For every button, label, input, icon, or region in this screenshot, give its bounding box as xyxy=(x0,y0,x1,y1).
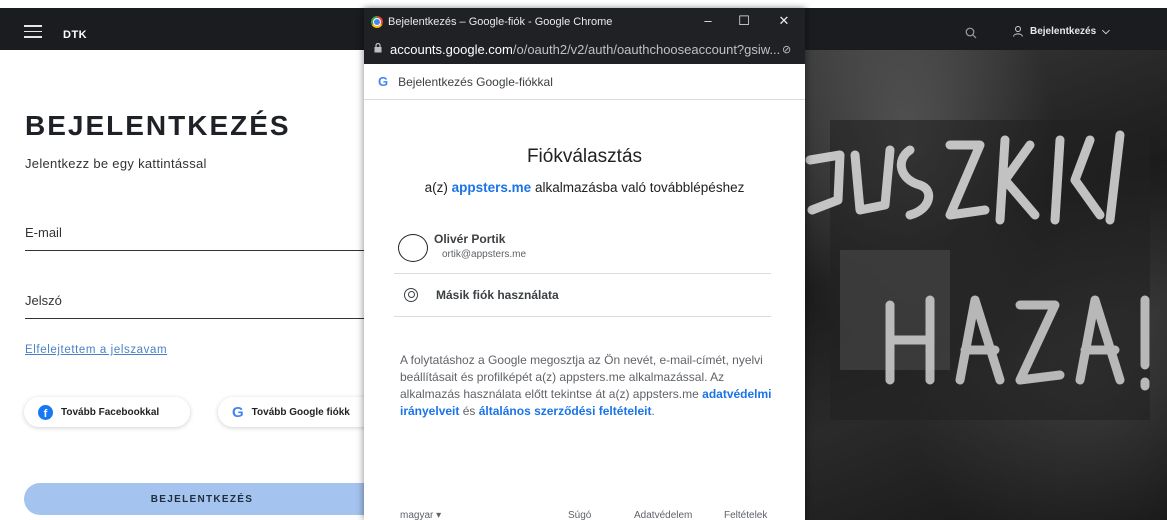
window-titlebar: Bejelentkezés – Google-fiók - Google Chr… xyxy=(364,8,805,36)
forgot-password-link[interactable]: Elfelejtettem a jelszavam xyxy=(25,344,167,356)
account-circle-icon xyxy=(404,288,418,302)
page-subtitle: Jelentkezz be egy kattintással xyxy=(25,156,207,171)
chooser-title: Fiókválasztás xyxy=(526,146,643,167)
nav-login-link[interactable]: Bejelentkezés ⌵ xyxy=(1012,25,1110,37)
terms-footer-link[interactable]: Feltételek xyxy=(724,510,767,520)
site-logo[interactable]: DTK xyxy=(63,29,87,41)
maximize-button[interactable]: ☐ xyxy=(734,13,754,29)
google-login-button[interactable]: G Tovább Google fiókk xyxy=(218,397,378,427)
email-field[interactable]: E-mail xyxy=(25,225,370,251)
google-header-label: Bejelentkezés Google-fiókkal xyxy=(398,74,553,89)
background-photo xyxy=(800,50,1167,520)
chrome-icon xyxy=(371,16,383,28)
google-header: G Bejelentkezés Google-fiókkal xyxy=(364,64,805,100)
account-item[interactable]: Olivér Portik ortik@appsters.me xyxy=(394,228,771,274)
window-title: Bejelentkezés – Google-fiók - Google Chr… xyxy=(388,16,613,28)
google-signin-popup: Bejelentkezés – Google-fiók - Google Chr… xyxy=(364,8,805,520)
password-label: Jelszó xyxy=(25,293,62,308)
hamburger-menu-icon[interactable] xyxy=(24,25,42,38)
graffiti-image xyxy=(805,120,1150,420)
eye-slash-icon[interactable]: ⊘ xyxy=(782,43,791,56)
page-title: BEJELENTKEZÉS xyxy=(25,110,291,141)
app-link[interactable]: appsters.me xyxy=(452,180,532,195)
account-email: ortik@appsters.me xyxy=(442,249,527,260)
use-another-account-label: Másik fiók használata xyxy=(436,288,559,302)
email-label: E-mail xyxy=(25,225,62,240)
google-icon: G xyxy=(232,403,244,421)
page: DTK Bejelentkezés ⌵ BEJELENTKEZÉS Jelent… xyxy=(0,0,1167,520)
account-name: Olivér Portik xyxy=(434,232,506,246)
google-icon: G xyxy=(378,74,389,89)
close-button[interactable]: ✕ xyxy=(774,13,794,29)
user-icon xyxy=(1013,26,1023,37)
help-link[interactable]: Súgó xyxy=(568,510,591,520)
minimize-button[interactable]: – xyxy=(698,13,718,28)
lock-icon xyxy=(374,43,382,53)
privacy-link[interactable]: Adatvédelem xyxy=(634,510,692,520)
nav-login-label: Bejelentkezés xyxy=(1030,25,1097,37)
terms-link[interactable]: általános szerződési feltételeit xyxy=(479,404,652,418)
use-another-account[interactable]: Másik fiók használata xyxy=(394,275,771,317)
chooser-subtitle: a(z) appsters.me alkalmazásba való továb… xyxy=(424,180,745,195)
login-panel: BEJELENTKEZÉS Jelentkezz be egy kattintá… xyxy=(0,50,380,520)
avatar xyxy=(398,234,428,262)
search-icon[interactable] xyxy=(965,27,977,39)
facebook-login-label: Tovább Facebookkal xyxy=(61,406,160,418)
password-field[interactable]: Jelszó xyxy=(25,293,370,319)
facebook-login-button[interactable]: f Tovább Facebookkal xyxy=(24,397,190,427)
login-submit-button[interactable]: BEJELENTKEZÉS xyxy=(24,483,380,515)
address-bar[interactable]: accounts.google.com/o/oauth2/v2/auth/oau… xyxy=(364,36,805,64)
google-login-label: Tovább Google fiókk xyxy=(251,406,350,418)
language-selector[interactable]: magyar ▾ xyxy=(400,510,441,520)
consent-notice: A folytatáshoz a Google megosztja az Ön … xyxy=(400,353,772,418)
url-text: accounts.google.com/o/oauth2/v2/auth/oau… xyxy=(390,42,781,57)
chevron-down-icon: ⌵ xyxy=(1102,25,1110,37)
facebook-icon: f xyxy=(38,404,53,420)
